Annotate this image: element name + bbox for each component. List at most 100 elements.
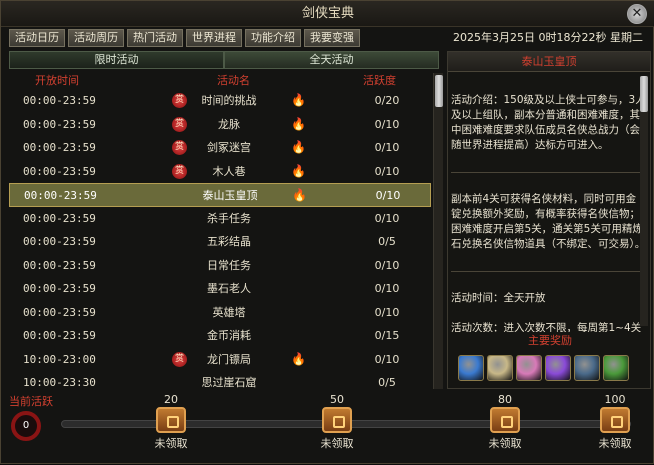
activity-name: 泰山玉皇顶 (202, 189, 258, 202)
silver-bead-icon[interactable] (487, 355, 513, 381)
open-time: 00:00-23:59 (23, 117, 96, 131)
tab-hot-activities[interactable]: 热门活动 (127, 29, 183, 47)
list-item[interactable]: 00:00-23:59 日常任务 0/10 (9, 254, 431, 278)
activity-subtabs: 限时活动 全天活动 (9, 51, 439, 69)
detail-panel: 泰山玉皇顶 活动介绍：150级及以上侠士可参与，3人及以上组队，副本分普通和困难… (447, 51, 651, 389)
activity-name: 龙门镖局 (207, 352, 251, 366)
list-item[interactable]: 00:00-23:59 五彩结晶 0/5 (9, 230, 431, 254)
tab-get-stronger[interactable]: 我要变强 (304, 29, 360, 47)
activity-name: 剑冢迷宫 (207, 141, 251, 154)
detail-scroll-thumb[interactable] (640, 76, 648, 112)
activity-name: 时间的挑战 (201, 94, 257, 107)
open-time: 10:00-23:30 (23, 376, 96, 389)
detail-time: 活动时间：全天开放 (451, 292, 546, 304)
divider (451, 271, 646, 272)
detail-title: 泰山玉皇顶 (448, 52, 650, 72)
tab-allday-activities[interactable]: 全天活动 (224, 51, 439, 69)
header-time: 开放时间 (35, 74, 79, 87)
open-time: 00:00-23:59 (23, 329, 96, 342)
server-datetime: 2025年3月25日 0时18分22秒 星期二 (453, 31, 643, 44)
open-time: 10:00-23:00 (23, 352, 96, 366)
activity-name: 日常任务 (207, 258, 251, 272)
tab-feature-intro[interactable]: 功能介绍 (245, 29, 301, 47)
open-time: 00:00-23:59 (23, 141, 96, 154)
open-time: 00:00-23:59 (23, 211, 96, 225)
detail-scrollbar[interactable] (640, 76, 648, 326)
activity-progress: 当前活跃 0 20 未领取 50 未领取 80 未领取 100 未领取 (1, 393, 654, 465)
list-item[interactable]: 00:00-23:59 赏时间的挑战 🔥 0/20 (9, 89, 431, 113)
activity-name: 思过崖石窟 (201, 376, 257, 389)
close-icon: ✕ (631, 6, 643, 21)
current-activity-label: 当前活跃 (9, 395, 53, 408)
chest-icon[interactable] (322, 407, 352, 433)
list-item[interactable]: 10:00-23:30 思过崖石窟 0/5 (9, 371, 431, 389)
header-activity: 活跃度 (363, 74, 396, 87)
detail-count: 活动次数：进入次数不限，每周第1~4关均可获得14次奖励，第5关不限次 (451, 322, 642, 332)
menu-bar: 活动日历 活动周历 热门活动 世界进程 功能介绍 我要变强 2025年3月25日… (9, 29, 649, 47)
milestone-status: 未领取 (320, 437, 354, 450)
tab-limited-activities[interactable]: 限时活动 (9, 51, 224, 69)
list-item[interactable]: 00:00-23:59 赏剑冢迷宫 🔥 0/10 (9, 136, 431, 160)
list-item[interactable]: 00:00-23:59 赏木人巷 🔥 0/10 (9, 160, 431, 184)
purple-orb-icon[interactable] (545, 355, 571, 381)
close-button[interactable]: ✕ (627, 4, 647, 24)
activity-points: 0/10 (374, 305, 400, 319)
milestone-value: 80 (498, 393, 512, 406)
milestone-20[interactable]: 20 未领取 (141, 393, 201, 451)
fire-icon: 🔥 (291, 116, 306, 131)
blue-orb-icon[interactable] (458, 355, 484, 381)
activity-name: 龙脉 (218, 117, 240, 131)
open-time: 00:00-23:59 (23, 94, 96, 107)
divider (451, 172, 646, 173)
reward-list (458, 355, 632, 381)
list-item[interactable]: 00:00-23:59 金币消耗 0/15 (9, 324, 431, 348)
hero-portrait-icon[interactable] (574, 355, 600, 381)
list-item[interactable]: 00:00-23:59 赏龙脉 🔥 0/10 (9, 113, 431, 137)
current-activity-value: 0 (11, 411, 41, 441)
activity-list: 00:00-23:59 赏时间的挑战 🔥 0/20 00:00-23:59 赏龙脉 🔥 0/1… (9, 89, 431, 389)
activity-points: 0/10 (374, 352, 400, 366)
activity-points: 0/10 (374, 211, 400, 225)
open-time: 00:00-23:59 (24, 189, 97, 202)
open-time: 00:00-23:59 (23, 164, 96, 178)
activity-points: 0/10 (374, 258, 400, 272)
activity-points: 0/10 (375, 189, 401, 202)
game-window: 剑侠宝典 ✕ 活动日历 活动周历 热门活动 世界进程 功能介绍 我要变强 202… (0, 0, 654, 464)
tab-activity-calendar[interactable]: 活动日历 (9, 29, 65, 47)
milestone-value: 100 (604, 393, 626, 406)
open-time: 00:00-23:59 (23, 305, 96, 319)
detail-rules: 副本前4关可获得名侠材料，同时可用金锭兑换额外奖励，有概率获得名侠信物；困难难度… (451, 193, 646, 250)
header-name: 活动名 (217, 74, 250, 87)
tab-weekly-calendar[interactable]: 活动周历 (68, 29, 124, 47)
activity-name: 五彩结晶 (207, 235, 251, 248)
activity-name: 英雄塔 (212, 305, 246, 319)
list-scrollbar[interactable] (433, 73, 443, 389)
activity-points: 0/10 (374, 141, 400, 154)
green-token-icon[interactable] (603, 355, 629, 381)
activity-name: 木人巷 (212, 164, 246, 178)
activity-name: 墨石老人 (207, 282, 251, 295)
list-item[interactable]: 00:00-23:59 英雄塔 0/10 (9, 301, 431, 325)
activity-points: 0/10 (374, 164, 400, 178)
detail-intro: 活动介绍：150级及以上侠士可参与，3人及以上组队，副本分普通和困难难度，其中困… (451, 94, 646, 151)
activity-points: 0/20 (374, 94, 400, 107)
activity-points: 0/5 (378, 235, 396, 248)
list-scroll-thumb[interactable] (435, 75, 443, 107)
list-item[interactable]: 00:00-23:59 泰山玉皇顶 🔥 0/10 (9, 183, 431, 207)
activity-points: 0/5 (378, 376, 396, 389)
list-item[interactable]: 00:00-23:59 杀手任务 0/10 (9, 207, 431, 231)
tab-world-progress[interactable]: 世界进程 (186, 29, 242, 47)
pink-orb-icon[interactable] (516, 355, 542, 381)
fire-icon: 🔥 (291, 351, 306, 366)
activity-name: 金币消耗 (207, 329, 251, 342)
milestone-value: 20 (164, 393, 178, 406)
chest-icon[interactable] (156, 407, 186, 433)
milestone-value: 50 (330, 393, 344, 406)
activity-points: 0/10 (374, 117, 400, 131)
list-header: 开放时间 活动名 活跃度 (9, 71, 429, 87)
fire-icon: 🔥 (292, 188, 307, 202)
list-item[interactable]: 00:00-23:59 墨石老人 0/10 (9, 277, 431, 301)
milestone-50[interactable]: 50 未领取 (307, 393, 367, 451)
list-item[interactable]: 10:00-23:00 赏龙门镖局 🔥 0/10 (9, 348, 431, 372)
reward-title: 主要奖励 (528, 334, 572, 347)
